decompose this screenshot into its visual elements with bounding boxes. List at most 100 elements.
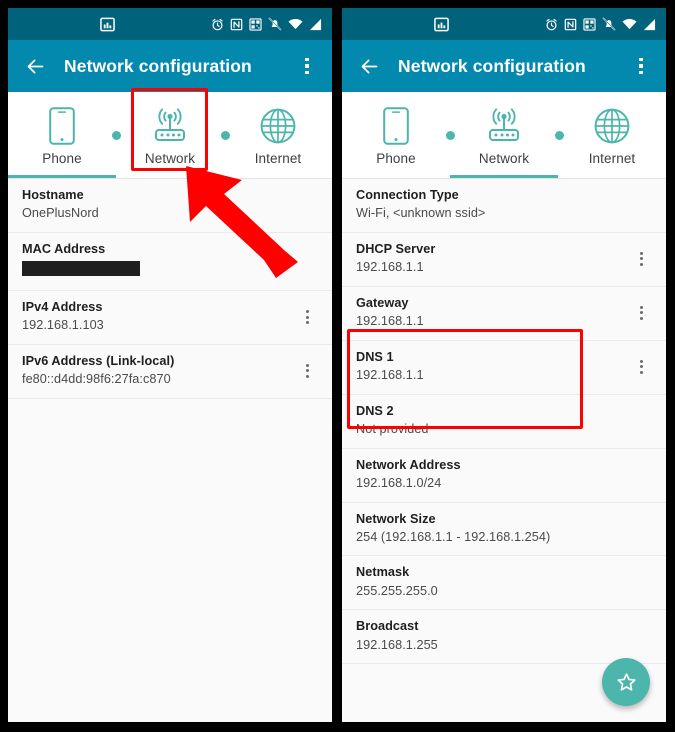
list-item-overflow-button[interactable] — [630, 246, 652, 272]
overflow-menu-icon — [639, 257, 643, 261]
back-button[interactable] — [350, 47, 388, 85]
overflow-menu-icon — [640, 425, 643, 428]
overflow-menu-icon — [305, 321, 309, 325]
list-item-value: fe80::d4dd:98f6:27fa:c870 — [22, 372, 171, 387]
overflow-menu-icon — [639, 359, 643, 363]
overflow-menu-icon — [640, 640, 643, 643]
list-item-value: Not provided — [356, 421, 429, 436]
nfc-icon — [230, 18, 243, 30]
alarm-icon — [212, 18, 223, 30]
back-arrow-icon — [361, 59, 377, 73]
list-item-overflow-button[interactable] — [630, 300, 652, 326]
overflow-menu-icon — [639, 262, 643, 266]
list-item-value: 192.168.1.103 — [22, 318, 104, 333]
tab-network[interactable]: Network — [450, 92, 558, 178]
list-item[interactable]: IPv4 Address 192.168.1.103 — [8, 291, 332, 345]
tab-separator-dot-1 — [446, 131, 455, 140]
tab-phone-label: Phone — [376, 150, 416, 166]
overflow-menu-icon — [305, 310, 309, 314]
overflow-menu-icon — [640, 419, 643, 422]
overflow-menu-icon — [640, 521, 643, 524]
list-item[interactable]: DHCP Server 192.168.1.1 — [342, 232, 666, 287]
list-item-text: Network Address 192.168.1.0/24 — [356, 457, 630, 493]
router-icon — [149, 105, 191, 147]
status-bar-right-icons — [211, 8, 322, 40]
list-item-title: MAC Address — [22, 241, 106, 256]
favorite-fab-button[interactable] — [602, 658, 650, 706]
list-item[interactable]: Netmask 255.255.255.0 — [342, 556, 666, 611]
status-bar — [342, 8, 666, 40]
overflow-menu-icon — [639, 316, 643, 320]
overflow-menu-icon — [640, 414, 643, 417]
list-item[interactable]: IPv6 Address (Link-local) fe80::d4dd:98f6… — [8, 344, 332, 399]
list-item-text: Broadcast 192.168.1.255 — [356, 618, 630, 654]
overflow-menu-icon — [306, 209, 309, 212]
overflow-menu-icon — [640, 629, 643, 632]
list-item-overflow-button[interactable] — [296, 304, 318, 330]
app-bar: Network configuration — [8, 40, 332, 92]
list-item-overflow-placeholder — [630, 408, 652, 434]
tab-phone[interactable]: Phone — [8, 92, 116, 178]
list-item-title: DHCP Server — [356, 241, 436, 256]
tab-internet[interactable]: Internet — [224, 92, 332, 178]
list-item[interactable]: Hostname OnePlusNord — [8, 179, 332, 233]
list-item-text: DNS 1 192.168.1.1 — [356, 349, 630, 385]
list-item[interactable]: Broadcast 192.168.1.255 — [342, 610, 666, 665]
overflow-menu-icon — [640, 527, 643, 530]
overflow-menu-icon — [640, 581, 643, 584]
tab-separator-dot-2 — [221, 131, 230, 140]
tab-phone[interactable]: Phone — [342, 92, 450, 178]
list-item-value: 192.168.1.255 — [356, 637, 438, 652]
status-bar-right-icons — [545, 8, 656, 40]
list-item-overflow-placeholder — [296, 248, 318, 274]
list-item-title: DNS 2 — [356, 403, 394, 418]
list-item-overflow-placeholder — [630, 569, 652, 595]
status-bar — [8, 8, 332, 40]
list-item-text: DNS 2 Not provided — [356, 403, 630, 439]
active-tab-indicator — [8, 174, 116, 178]
page-title: Network configuration — [398, 55, 586, 76]
wifi-icon — [622, 18, 637, 29]
overflow-menu-icon — [640, 209, 643, 212]
tab-internet[interactable]: Internet — [558, 92, 666, 178]
list-item[interactable]: Network Address 192.168.1.0/24 — [342, 448, 666, 503]
signal-icon — [643, 18, 656, 30]
tab-bar: Phone Network Internet — [342, 92, 666, 179]
list-item[interactable]: MAC Address — [8, 232, 332, 292]
right-detail-list: Connection Type Wi-Fi, <unknown ssid> DHCP… — [342, 179, 666, 722]
overflow-menu-icon — [306, 203, 309, 206]
tab-network[interactable]: Network — [116, 92, 224, 178]
overflow-menu-button[interactable] — [624, 47, 658, 85]
list-item-value: 255.255.255.0 — [356, 583, 438, 598]
list-item-value: 192.168.1.1 — [356, 260, 424, 275]
list-item[interactable]: Connection Type Wi-Fi, <unknown ssid> — [342, 179, 666, 233]
overflow-menu-button[interactable] — [290, 47, 324, 85]
list-item-value: 192.168.1.0/24 — [356, 475, 442, 490]
list-item[interactable]: Network Size 254 (192.168.1.1 - 192.168.1… — [342, 502, 666, 557]
notifications-muted-icon — [602, 17, 616, 31]
right-panel: Network configuration Phone Network Inte… — [342, 8, 666, 722]
notifications-muted-icon — [268, 17, 282, 31]
overflow-menu-icon — [639, 311, 643, 315]
phone-icon — [48, 105, 76, 147]
back-button[interactable] — [16, 47, 54, 85]
list-item[interactable]: Gateway 192.168.1.1 — [342, 286, 666, 341]
tab-network-label: Network — [478, 150, 530, 166]
overflow-menu-icon — [639, 57, 643, 62]
list-item[interactable]: DNS 2 Not provided — [342, 394, 666, 449]
tab-internet-label: Internet — [588, 150, 636, 166]
alarm-icon — [546, 18, 557, 30]
list-item[interactable]: DNS 1 192.168.1.1 — [342, 340, 666, 395]
list-item-overflow-placeholder — [630, 623, 652, 649]
list-item-overflow-placeholder — [296, 192, 318, 218]
screenshot-icon — [434, 17, 449, 31]
status-bar-left-icons — [100, 8, 115, 40]
router-icon — [483, 105, 525, 147]
screenshot-icon — [100, 17, 115, 31]
overflow-menu-icon — [306, 265, 309, 268]
list-item-overflow-button[interactable] — [630, 354, 652, 380]
overflow-menu-icon — [306, 259, 309, 262]
star-icon — [616, 672, 636, 691]
list-item-overflow-button[interactable] — [296, 358, 318, 384]
screenshot-stage: Network configuration Phone Network Inte… — [0, 0, 675, 732]
